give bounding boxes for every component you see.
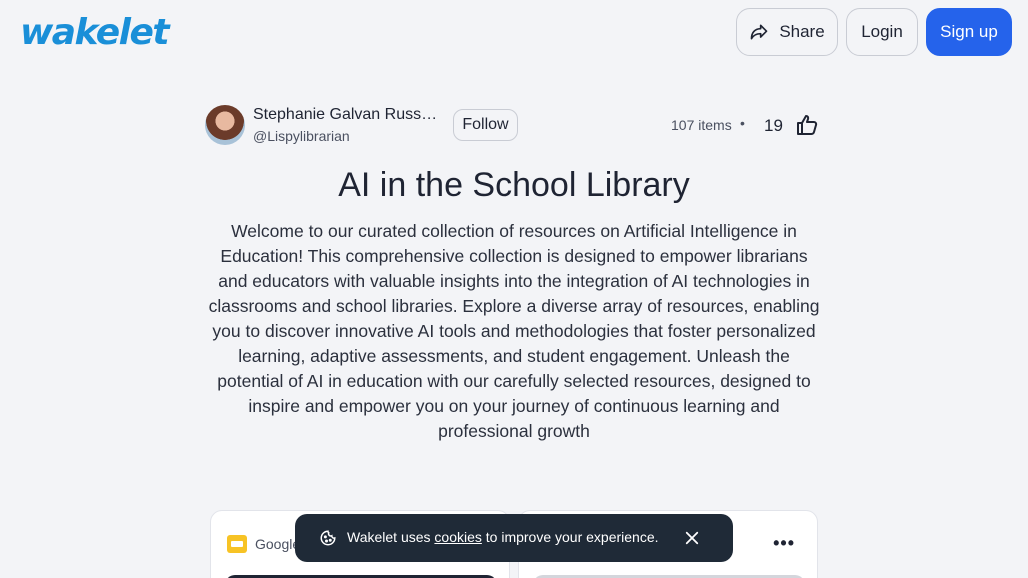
cookie-suffix: to improve your experience. — [481, 529, 659, 545]
wakelet-logo[interactable]: wakelet — [20, 12, 170, 53]
close-icon[interactable] — [683, 529, 701, 547]
cookies-link[interactable]: cookies — [434, 529, 481, 545]
follow-button[interactable]: Follow — [453, 109, 518, 141]
likes-count: 19 — [764, 116, 783, 135]
items-count: 107 items — [671, 117, 732, 133]
share-button[interactable]: Share — [736, 8, 838, 56]
login-button[interactable]: Login — [846, 8, 918, 56]
more-options-icon[interactable]: ••• — [773, 533, 795, 554]
cookie-message: Wakelet uses cookies to improve your exp… — [347, 529, 659, 545]
share-icon — [750, 24, 768, 40]
stats-separator: • — [740, 115, 745, 131]
collection-description: Welcome to our curated collection of res… — [208, 221, 820, 441]
signup-button[interactable]: Sign up — [926, 8, 1012, 56]
author-name[interactable]: Stephanie Galvan Russell,... — [253, 106, 445, 124]
cookie-icon — [320, 530, 336, 546]
cookie-prefix: Wakelet uses — [347, 529, 435, 545]
author-avatar[interactable] — [205, 105, 245, 145]
cookie-banner: Wakelet uses cookies to improve your exp… — [295, 514, 733, 562]
thumbs-up-icon[interactable] — [795, 113, 819, 137]
author-handle[interactable]: @Lispylibrarian — [253, 128, 350, 144]
follow-label: Follow — [462, 116, 509, 133]
card-source: Google — [255, 536, 301, 552]
google-slides-icon — [227, 535, 247, 553]
signup-label: Sign up — [940, 22, 998, 41]
login-label: Login — [861, 22, 903, 41]
collection-title: AI in the School Library — [338, 166, 690, 204]
share-label: Share — [779, 22, 825, 41]
